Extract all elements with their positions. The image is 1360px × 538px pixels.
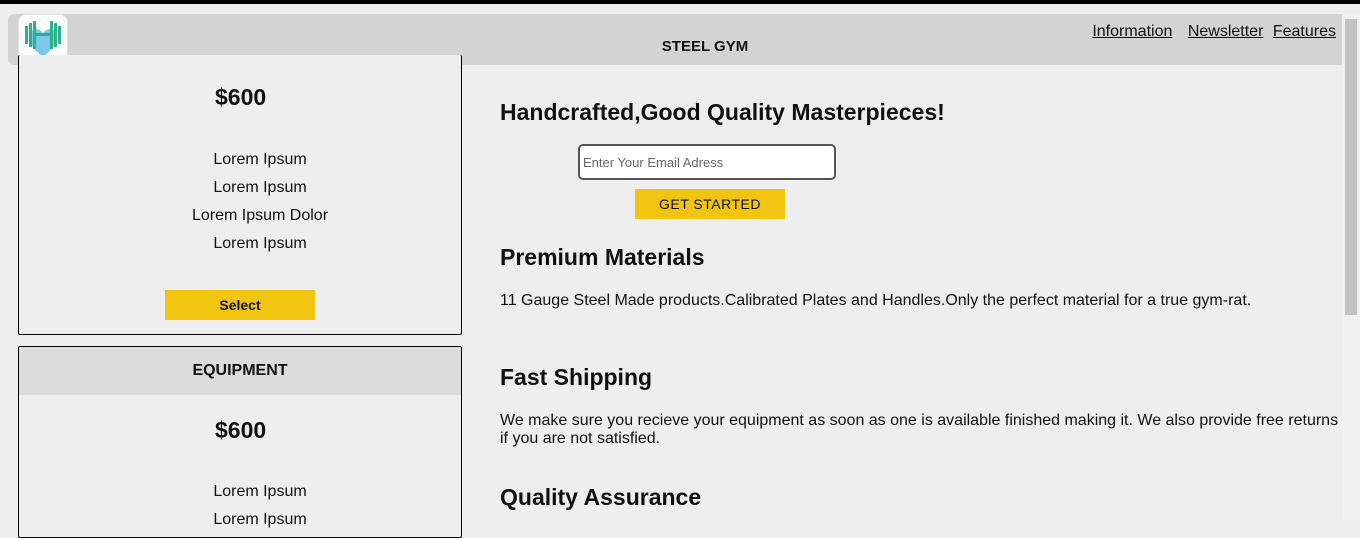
top-nav: Information Newsletter Features: [1092, 23, 1336, 41]
section-text-premium-materials: 11 Gauge Steel Made products.Calibrated …: [500, 292, 1252, 309]
select-button[interactable]: Select: [165, 290, 315, 320]
vertical-scrollbar[interactable]: [1343, 14, 1360, 520]
nav-features-link[interactable]: Features: [1273, 23, 1336, 40]
hero-title: Handcrafted,Good Quality Masterpieces!: [500, 99, 945, 125]
feature-item: Lorem Ipsum Dolor: [191, 207, 329, 224]
pricing-card-equipment: EQUIPMENT $600 Lorem Ipsum Lorem Ipsum: [18, 346, 462, 538]
feature-item: Lorem Ipsum: [213, 483, 307, 500]
feature-list: Lorem Ipsum Lorem Ipsum Lorem Ipsum Dolo…: [19, 146, 461, 258]
price: $600: [215, 84, 267, 110]
get-started-button[interactable]: GET STARTED: [635, 189, 785, 219]
nav-information-link[interactable]: Information: [1092, 23, 1172, 40]
email-input[interactable]: [578, 144, 836, 180]
nav-newsletter-link[interactable]: Newsletter: [1188, 23, 1264, 40]
card-title: EQUIPMENT: [19, 347, 461, 395]
feature-item: Lorem Ipsum: [213, 235, 307, 252]
section-title-quality-assurance: Quality Assurance: [500, 484, 702, 510]
section-text-fast-shipping: We make sure you recieve your equipment …: [500, 412, 1339, 447]
feature-list: Lorem Ipsum Lorem Ipsum: [19, 478, 461, 534]
top-border: [0, 0, 1360, 4]
price: $600: [215, 417, 267, 443]
feature-item: Lorem Ipsum: [213, 179, 307, 196]
feature-item: Lorem Ipsum: [213, 511, 307, 528]
pricing-card: $600 Lorem Ipsum Lorem Ipsum Lorem Ipsum…: [18, 55, 462, 335]
section-title-fast-shipping: Fast Shipping: [500, 364, 653, 390]
feature-item: Lorem Ipsum: [213, 151, 307, 168]
scrollbar-thumb[interactable]: [1345, 19, 1357, 315]
section-title-premium-materials: Premium Materials: [500, 244, 705, 270]
